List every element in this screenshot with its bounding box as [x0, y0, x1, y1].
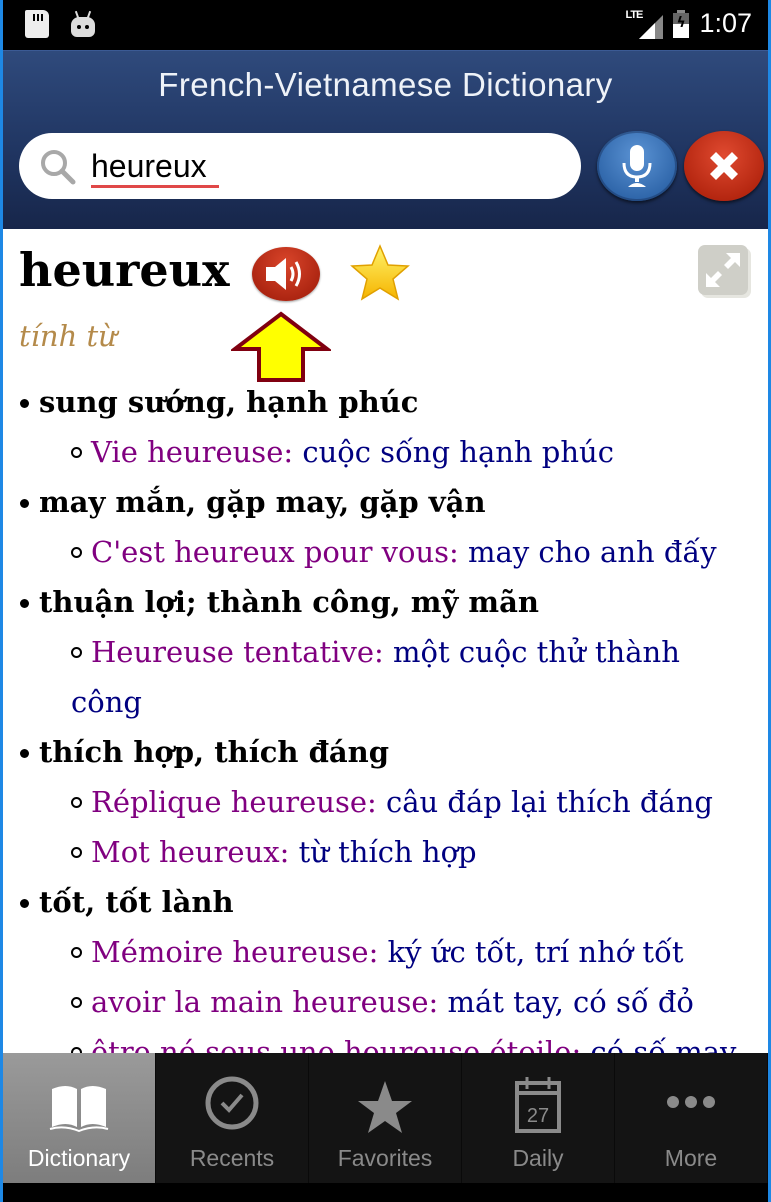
more-dots-icon: [667, 1096, 715, 1108]
sense-item: thích hợp, thích đáng: [17, 727, 757, 777]
tab-favorites[interactable]: Favorites: [309, 1053, 462, 1183]
example-vietnamese: câu đáp lại thích đáng: [376, 785, 713, 819]
example-french: être né sous une heureuse étoile:: [91, 1035, 582, 1054]
example-french: C'est heureux pour vous:: [91, 535, 459, 569]
expand-fullscreen-icon[interactable]: [696, 243, 756, 303]
example-vietnamese: có số may: [581, 1035, 737, 1054]
definition-view[interactable]: heureux tính từ sung sướng, hạnh phúc Vi…: [3, 229, 768, 1054]
example-vietnamese: từ thích hợp: [289, 835, 477, 869]
app-title: French-Vietnamese Dictionary: [158, 66, 613, 103]
calendar-day: 27: [527, 1105, 549, 1127]
lte-signal-icon: LTE: [623, 9, 664, 39]
example-french: Mémoire heureuse:: [91, 935, 379, 969]
definition-list: sung sướng, hạnh phúc Vie heureuse: cuộc…: [17, 377, 757, 1054]
spellcheck-underline: [91, 185, 219, 188]
star-icon: [358, 1081, 412, 1133]
clock-check-icon: [205, 1076, 259, 1130]
system-nav-area: [3, 1183, 768, 1202]
tab-label: More: [664, 1145, 718, 1171]
headword: heureux: [19, 243, 230, 297]
search-box[interactable]: [19, 133, 581, 199]
sense-meaning: may mắn, gặp may, gặp vận: [39, 485, 486, 519]
tab-label: Daily: [512, 1145, 564, 1171]
sense-meaning: sung sướng, hạnh phúc: [39, 385, 419, 419]
speaker-icon: [266, 258, 301, 290]
status-time: 1:07: [699, 8, 752, 38]
example-vietnamese: mát tay, có số đỏ: [438, 985, 694, 1019]
example-item: Heureuse tentative: một cuộc thử thành cô…: [17, 627, 757, 727]
android-debug-icon: [71, 10, 95, 37]
sense-meaning: tốt, tốt lành: [39, 885, 234, 919]
sense-item: thuận lợi; thành công, mỹ mãn: [17, 577, 757, 627]
battery-charging-icon: ϟ: [673, 9, 690, 38]
tab-label: Recents: [189, 1145, 275, 1171]
example-vietnamese: một cuộc thử thành: [383, 635, 680, 669]
microphone-icon: [622, 145, 652, 187]
phone-screen: LTE ϟ 1:07 French-Vietnamese Dictionary: [0, 0, 771, 1202]
example-french: Heureuse tentative:: [91, 635, 384, 669]
close-icon: [710, 152, 738, 180]
example-item: Mémoire heureuse: ký ức tốt, trí nhớ tốt: [17, 927, 757, 977]
example-vietnamese: ký ức tốt, trí nhớ tốt: [378, 935, 684, 969]
tab-label: Dictionary: [27, 1145, 131, 1171]
sense-meaning: thích hợp, thích đáng: [39, 735, 389, 769]
app-header: French-Vietnamese Dictionary: [3, 50, 768, 229]
example-item: Vie heureuse: cuộc sống hạnh phúc: [17, 427, 757, 477]
example-french: Vie heureuse:: [91, 435, 294, 469]
part-of-speech: tính từ: [19, 319, 117, 353]
sense-item: sung sướng, hạnh phúc: [17, 377, 757, 427]
example-item: Réplique heureuse: câu đáp lại thích đán…: [17, 777, 757, 827]
tab-dictionary[interactable]: Dictionary: [3, 1053, 156, 1183]
example-item: être né sous une heureuse étoile: có số …: [17, 1027, 757, 1054]
search-icon: [41, 150, 76, 185]
calendar-icon: 27: [515, 1077, 561, 1133]
example-french: Mot heureux:: [91, 835, 290, 869]
sense-meaning: thuận lợi; thành công, mỹ mãn: [39, 585, 539, 619]
tab-more[interactable]: More: [615, 1053, 768, 1183]
sense-item: tốt, tốt lành: [17, 877, 757, 927]
voice-search-button[interactable]: [597, 131, 677, 201]
book-icon: [49, 1086, 109, 1133]
example-french: avoir la main heureuse:: [91, 985, 439, 1019]
example-vietnamese-wrap: công: [71, 685, 142, 719]
example-vietnamese: cuộc sống hạnh phúc: [293, 435, 614, 469]
search-input[interactable]: [91, 143, 561, 189]
clear-search-button[interactable]: [684, 131, 764, 201]
example-vietnamese: may cho anh đấy: [458, 535, 717, 569]
status-bar: LTE ϟ 1:07: [3, 0, 768, 50]
tab-label: Favorites: [337, 1145, 433, 1171]
pronounce-button[interactable]: [252, 247, 320, 301]
example-item: Mot heureux: từ thích hợp: [17, 827, 757, 877]
bottom-nav: Dictionary Recents Favorites 27 Daily Mo…: [3, 1053, 768, 1183]
example-item: C'est heureux pour vous: may cho anh đấy: [17, 527, 757, 577]
example-french: Réplique heureuse:: [91, 785, 377, 819]
example-item: avoir la main heureuse: mát tay, có số đ…: [17, 977, 757, 1027]
sense-item: may mắn, gặp may, gặp vận: [17, 477, 757, 527]
tab-recents[interactable]: Recents: [156, 1053, 309, 1183]
annotation-arrow-icon: [231, 311, 331, 382]
tab-daily[interactable]: 27 Daily: [462, 1053, 615, 1183]
sd-card-icon: [25, 10, 49, 38]
add-favorite-star-icon[interactable]: [349, 243, 411, 303]
